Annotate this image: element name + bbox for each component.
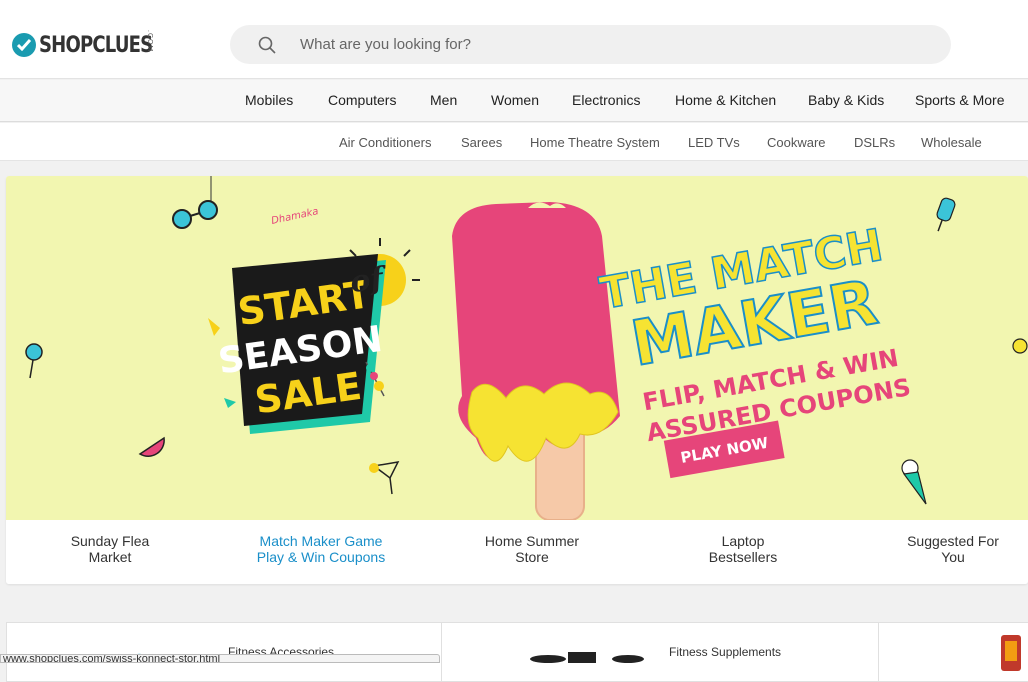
small-popsicle-icon — [936, 197, 956, 232]
tab-home-summer-store[interactable]: Home Summer Store — [452, 533, 612, 565]
nav-men[interactable]: Men — [430, 92, 457, 108]
tab-label-line1: Sunday Flea — [70, 533, 150, 549]
lollipop-icon — [25, 343, 43, 379]
watermelon-icon — [138, 436, 165, 457]
tab-label-line2: Market — [88, 549, 132, 565]
subnav-air-conditioners[interactable]: Air Conditioners — [339, 135, 432, 150]
popsicle-illustration — [452, 202, 620, 520]
subnav-led-tvs[interactable]: LED TVs — [688, 135, 740, 150]
subnav-wholesale[interactable]: Wholesale — [921, 135, 982, 150]
subnav-sarees[interactable]: Sarees — [461, 135, 502, 150]
nav-sports-more[interactable]: Sports & More — [915, 92, 1004, 108]
nav-mobiles[interactable]: Mobiles — [245, 92, 293, 108]
lemon-icon — [1012, 338, 1028, 354]
search-input[interactable] — [300, 25, 920, 64]
match-maker-banner[interactable]: Dhamaka START of SEASON SALE THE MATCH M… — [6, 176, 1028, 520]
tab-label-line2: Play & Win Coupons — [256, 549, 386, 565]
nav-computers[interactable]: Computers — [328, 92, 396, 108]
tab-label-line2: Store — [515, 549, 549, 565]
tab-label-line1: Suggested For — [907, 533, 999, 549]
card-title: Fitness Supplements — [669, 645, 782, 659]
tab-label-line1: Match Maker Game — [259, 533, 383, 549]
tab-suggested-for-you[interactable]: Suggested For You — [873, 533, 1028, 565]
nav-women[interactable]: Women — [491, 92, 539, 108]
brand-suffix: .COM — [146, 30, 153, 53]
main-nav: Mobiles Computers Men Women Electronics … — [0, 80, 1028, 122]
nav-electronics[interactable]: Electronics — [572, 92, 640, 108]
sub-nav: Air Conditioners Sarees Home Theatre Sys… — [0, 123, 1028, 161]
search-icon[interactable] — [258, 36, 276, 59]
browser-status-url: www.shopclues.com/swiss-konnect-stor.htm… — [0, 654, 440, 663]
cocktail-icon — [369, 461, 400, 495]
category-card-fitness-accessories[interactable]: Fitness Accessories — [6, 622, 442, 682]
tab-sunday-flea-market[interactable]: Sunday Flea Market — [30, 533, 190, 565]
ice-cream-cone-icon — [901, 459, 927, 505]
season-sale-badge: START of SEASON SALE — [208, 238, 420, 434]
tab-laptop-bestsellers[interactable]: Laptop Bestsellers — [663, 533, 823, 565]
sunglasses-icon — [172, 176, 218, 229]
search-bar[interactable] — [230, 25, 951, 64]
brand-name: SHOPCLUES — [39, 32, 153, 58]
category-card-partial[interactable] — [878, 622, 1028, 682]
dhamaka-doodle: Dhamaka — [270, 206, 319, 227]
tab-label-line2: You — [941, 549, 965, 565]
tab-match-maker-game[interactable]: Match Maker Game Play & Win Coupons — [241, 533, 401, 565]
subnav-dslrs[interactable]: DSLRs — [854, 135, 895, 150]
banner-carousel: Dhamaka START of SEASON SALE THE MATCH M… — [6, 176, 1028, 584]
supplement-jars-image — [530, 652, 644, 663]
nav-baby-kids[interactable]: Baby & Kids — [808, 92, 884, 108]
nav-home-kitchen[interactable]: Home & Kitchen — [675, 92, 776, 108]
check-logo-icon — [12, 33, 36, 57]
banner-tabs: Sunday Flea Market Match Maker Game Play… — [6, 520, 1028, 584]
category-card-fitness-supplements[interactable]: Fitness Supplements — [441, 622, 879, 682]
product-thumbnail — [1001, 635, 1021, 671]
tab-label-line1: Laptop — [721, 533, 765, 549]
subnav-cookware[interactable]: Cookware — [767, 135, 826, 150]
tab-label-line2: Bestsellers — [708, 549, 778, 565]
tab-label-line1: Home Summer — [484, 533, 580, 549]
subnav-home-theatre[interactable]: Home Theatre System — [530, 135, 660, 150]
header: SHOPCLUES .COM — [0, 0, 1028, 79]
